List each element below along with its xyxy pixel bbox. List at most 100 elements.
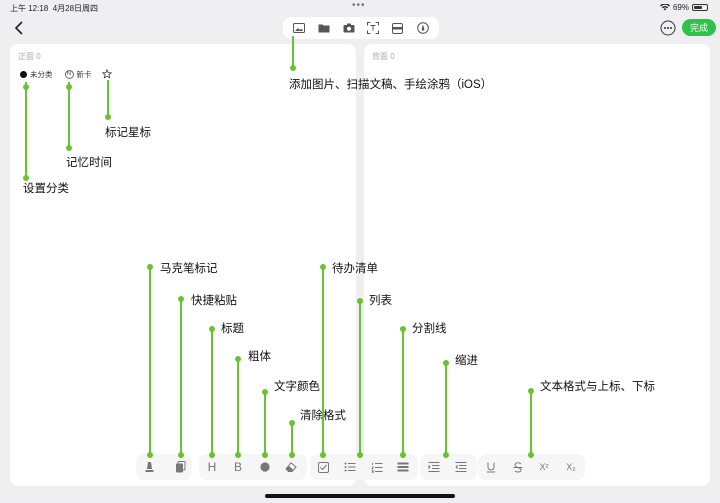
image-icon[interactable] <box>289 19 309 37</box>
divider-icon <box>397 462 409 472</box>
callout-dot-clear <box>289 420 295 426</box>
callout-dot-heading <box>209 326 215 332</box>
callout-divider: 分割线 <box>412 323 447 335</box>
status-time: 上午 12:18 4月28日周四 <box>10 4 99 13</box>
callout-dot-memory <box>66 145 72 151</box>
pen-drawing-icon[interactable] <box>413 19 433 37</box>
underline-button[interactable] <box>478 454 504 480</box>
home-indicator[interactable] <box>265 494 455 498</box>
callout-indent: 缩进 <box>455 355 478 367</box>
callout-dot-clear-bottom <box>289 452 295 458</box>
callout-line-divider <box>402 330 404 456</box>
callout-bold: 粗体 <box>248 351 271 363</box>
card-meta-chips: 未分类 N 新卡 <box>20 68 112 80</box>
callout-line-text-format <box>530 392 532 456</box>
callout-dot-bold-bottom <box>235 452 241 458</box>
callout-list: 列表 <box>369 295 392 307</box>
media-toolbar <box>283 17 439 39</box>
callout-dot-color-bottom <box>262 452 268 458</box>
callout-dot-star <box>105 114 111 120</box>
status-right: 69% <box>659 3 708 12</box>
numbered-list-button[interactable] <box>364 454 390 480</box>
bold-icon: B <box>233 460 242 474</box>
category-dot-icon <box>20 70 27 78</box>
callout-line-heading <box>211 330 213 456</box>
paste-icon <box>175 461 185 473</box>
superscript-icon: X² <box>539 462 549 472</box>
superscript-button[interactable]: X² <box>531 454 557 480</box>
category-chip[interactable]: 未分类 <box>20 68 53 80</box>
front-card-label: 正面 0 <box>18 52 41 61</box>
outdent-button[interactable] <box>448 454 474 480</box>
callout-dot-media <box>290 65 296 71</box>
callout-insert-media: 添加图片、扫描文稿、手绘涂鸦（iOS） <box>289 79 493 91</box>
camera-icon[interactable] <box>339 19 359 37</box>
callout-dot-memory-top <box>66 84 72 90</box>
callout-dot-heading-bottom <box>209 452 215 458</box>
battery-percent: 69% <box>672 3 689 12</box>
callout-line-memory <box>68 82 70 148</box>
numbered-list-icon <box>371 462 383 473</box>
callout-dot-indent-bottom <box>443 452 449 458</box>
strikethrough-icon <box>513 461 523 473</box>
callout-line-color <box>264 392 266 456</box>
callout-dot-list-bottom <box>357 452 363 458</box>
callout-heading: 标题 <box>221 323 244 335</box>
more-options-icon[interactable] <box>660 20 676 36</box>
callout-star: 标记星标 <box>105 127 151 139</box>
callout-todo: 待办清单 <box>332 263 378 275</box>
multitasking-dots[interactable]: ••• <box>352 0 366 11</box>
callout-dot-bold <box>235 356 241 362</box>
callout-line-media <box>292 36 294 67</box>
callout-line-paste <box>180 300 182 456</box>
star-chip[interactable] <box>101 68 112 80</box>
callout-dot-divider <box>400 326 406 332</box>
callout-dot-text-format <box>528 388 534 394</box>
callout-dot-category-top <box>23 84 29 90</box>
callout-line-indent <box>445 364 447 456</box>
bullet-list-icon <box>344 462 356 472</box>
wifi-icon <box>659 4 670 11</box>
memory-time-chip[interactable]: N 新卡 <box>64 68 92 80</box>
callout-dot-text-format-bottom <box>528 452 534 458</box>
callout-dot-paste-bottom <box>178 452 184 458</box>
status-bar: 上午 12:18 4月28日周四 ••• 69% <box>0 0 720 14</box>
scan-document-icon[interactable] <box>388 19 408 37</box>
back-chevron-icon[interactable] <box>12 20 26 36</box>
strikethrough-button[interactable] <box>505 454 531 480</box>
callout-category: 设置分类 <box>23 183 69 195</box>
callout-dot-todo-bottom <box>320 452 326 458</box>
indent-icon <box>428 462 440 472</box>
outdent-icon <box>455 462 467 472</box>
callout-line-marker <box>149 268 151 456</box>
callout-text-color: 文字颜色 <box>274 381 320 393</box>
callout-memory-time: 记忆时间 <box>66 157 112 169</box>
callout-dot-list <box>357 298 363 304</box>
folder-icon[interactable] <box>314 19 334 37</box>
done-button[interactable]: 完成 <box>682 19 716 36</box>
callout-dot-indent <box>443 360 449 366</box>
callout-dot-paste <box>178 296 184 302</box>
battery-icon <box>692 4 708 11</box>
callout-text-format: 文本格式与上标、下标 <box>540 381 655 393</box>
heading-icon: H <box>207 460 217 474</box>
callout-dot-marker <box>147 264 153 270</box>
scan-text-icon[interactable] <box>363 19 383 37</box>
subscript-button[interactable]: X₂ <box>558 454 584 480</box>
indent-button[interactable] <box>421 454 447 480</box>
back-card-label: 背面 0 <box>372 52 395 61</box>
callout-dot-color <box>262 389 268 395</box>
star-icon <box>101 69 112 79</box>
callout-line-category <box>25 82 27 177</box>
underline-icon <box>487 462 495 472</box>
checkbox-icon <box>317 461 329 473</box>
callout-line-list <box>359 302 361 456</box>
callout-dot-marker-bottom <box>147 452 153 458</box>
callout-marker: 马克笔标记 <box>160 263 218 275</box>
callout-line-star <box>107 80 109 116</box>
callout-dot-divider-bottom <box>400 452 406 458</box>
color-dot-icon <box>260 462 270 472</box>
back-card[interactable]: 背面 0 <box>364 44 710 486</box>
marker-icon <box>145 462 153 472</box>
eraser-icon <box>285 461 297 472</box>
